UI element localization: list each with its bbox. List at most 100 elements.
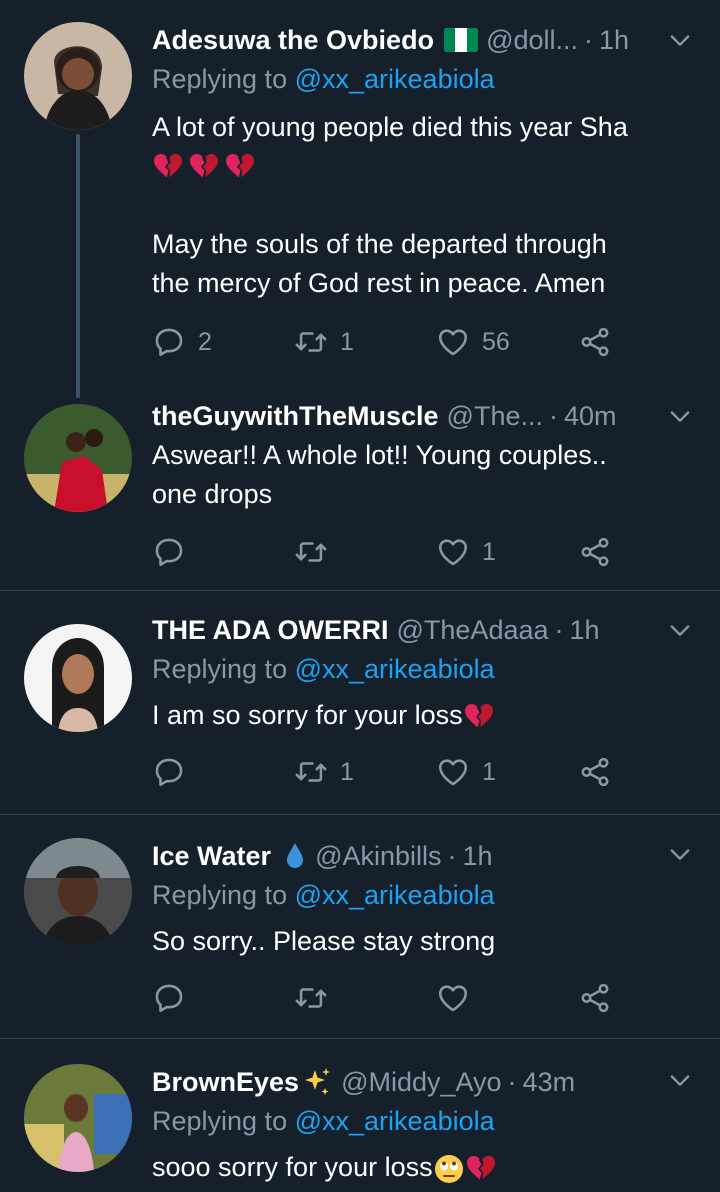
- tweet-header: THE ADA OWERRI @TheAdaaa · 1h: [152, 610, 660, 650]
- username[interactable]: @The...: [447, 401, 543, 432]
- mention-link[interactable]: @xx_arikeabiola: [295, 880, 495, 910]
- tweet-text-line: A lot of young people died this year Sha: [152, 112, 628, 142]
- replying-to: Replying to @xx_arikeabiola: [152, 64, 495, 95]
- share-button[interactable]: [578, 322, 612, 362]
- share-icon: [578, 755, 612, 789]
- username[interactable]: @Middy_Ayo: [341, 1067, 501, 1098]
- retweet-button[interactable]: 1: [294, 752, 354, 792]
- display-name[interactable]: Ice Water: [152, 841, 271, 872]
- username[interactable]: @Akinbills: [315, 841, 441, 872]
- tweet-text-line: the mercy of God rest in peace. Amen: [152, 268, 606, 298]
- tweet-text: Aswear!! A whole lot!! Young couples.. o…: [152, 436, 690, 514]
- replying-label: Replying to: [152, 1106, 288, 1136]
- avatar[interactable]: [24, 1064, 132, 1172]
- like-count: 56: [482, 327, 510, 356]
- retweet-count: 1: [340, 327, 354, 356]
- replying-label: Replying to: [152, 64, 288, 94]
- heart-icon: [436, 755, 470, 789]
- display-name[interactable]: BrownEyes: [152, 1067, 299, 1098]
- share-icon: [578, 325, 612, 359]
- heart-icon: [436, 535, 470, 569]
- timestamp[interactable]: 1h: [599, 25, 629, 56]
- like-count: 1: [482, 537, 496, 566]
- like-button[interactable]: 56: [436, 322, 510, 362]
- chevron-down-icon[interactable]: [666, 840, 694, 868]
- like-count: 1: [482, 757, 496, 786]
- reply-button[interactable]: [152, 752, 198, 792]
- tweet-text-line: I am so sorry for your loss: [152, 700, 463, 730]
- tweet-text-line: So sorry.. Please stay strong: [152, 926, 496, 956]
- emoji-row: [152, 147, 690, 186]
- chevron-down-icon[interactable]: [666, 616, 694, 644]
- display-name[interactable]: theGuywithTheMuscle: [152, 401, 439, 432]
- tweet-header: Ice Water @Akinbills · 1h: [152, 836, 660, 876]
- timestamp[interactable]: 43m: [523, 1067, 576, 1098]
- replying-to: Replying to @xx_arikeabiola: [152, 1106, 495, 1137]
- tweet-3[interactable]: THE ADA OWERRI @TheAdaaa · 1h Replying t…: [0, 592, 720, 816]
- timestamp[interactable]: 40m: [564, 401, 617, 432]
- eye-roll-emoji-icon: [434, 1154, 463, 1183]
- separator: ·: [507, 1066, 517, 1097]
- display-name[interactable]: THE ADA OWERRI: [152, 615, 389, 646]
- tweet-text: A lot of young people died this year Sha…: [152, 108, 690, 303]
- like-button[interactable]: 1: [436, 532, 496, 572]
- chevron-down-icon[interactable]: [666, 1066, 694, 1094]
- divider: [0, 1038, 720, 1039]
- retweet-icon: [294, 535, 328, 569]
- timestamp[interactable]: 1h: [570, 615, 600, 646]
- thread-line: [76, 134, 80, 398]
- tweet-text-row: sooo sorry for your loss: [152, 1148, 690, 1187]
- avatar[interactable]: [24, 624, 132, 732]
- like-button[interactable]: [436, 978, 482, 1018]
- tweet-text-line: sooo sorry for your loss: [152, 1152, 433, 1182]
- retweet-count: 1: [340, 757, 354, 786]
- replying-to: Replying to @xx_arikeabiola: [152, 654, 495, 685]
- tweet-2[interactable]: theGuywithTheMuscle @The... · 40m Aswear…: [0, 392, 720, 592]
- heart-icon: [436, 981, 470, 1015]
- avatar[interactable]: [24, 838, 132, 946]
- timestamp[interactable]: 1h: [463, 841, 493, 872]
- share-button[interactable]: [578, 532, 612, 572]
- tweet-actions: [152, 978, 632, 1018]
- retweet-icon: [294, 755, 328, 789]
- reply-icon: [152, 535, 186, 569]
- avatar[interactable]: [24, 22, 132, 130]
- chevron-down-icon[interactable]: [666, 26, 694, 54]
- display-name[interactable]: Adesuwa the Ovbiedo: [152, 25, 434, 56]
- username[interactable]: @TheAdaaa: [397, 615, 549, 646]
- tweet-5[interactable]: BrownEyes @Middy_Ayo · 43m Replying to @…: [0, 1040, 720, 1192]
- retweet-button[interactable]: [294, 978, 340, 1018]
- separator: ·: [549, 400, 558, 431]
- tweet-actions: 2 1 56: [152, 322, 632, 362]
- mention-link[interactable]: @xx_arikeabiola: [295, 654, 495, 684]
- tweet-1[interactable]: Adesuwa the Ovbiedo @doll... · 1h Replyi…: [0, 0, 720, 398]
- droplet-icon: [287, 843, 304, 868]
- share-button[interactable]: [578, 752, 612, 792]
- broken-heart-icon: [188, 152, 220, 182]
- separator: ·: [584, 24, 594, 55]
- retweet-button[interactable]: 1: [294, 322, 354, 362]
- heart-icon: [436, 325, 470, 359]
- username[interactable]: @doll...: [486, 25, 578, 56]
- tweet-text-line: Aswear!! A whole lot!! Young couples..: [152, 440, 607, 470]
- tweet-header: BrownEyes @Middy_Ayo · 43m: [152, 1062, 660, 1102]
- reply-button[interactable]: [152, 532, 198, 572]
- separator: ·: [447, 840, 457, 871]
- mention-link[interactable]: @xx_arikeabiola: [295, 1106, 495, 1136]
- divider: [0, 590, 720, 591]
- chevron-down-icon[interactable]: [666, 402, 694, 430]
- tweet-actions: 1: [152, 532, 632, 572]
- mention-link[interactable]: @xx_arikeabiola: [295, 64, 495, 94]
- avatar[interactable]: [24, 404, 132, 512]
- tweet-text: So sorry.. Please stay strong: [152, 922, 690, 961]
- like-button[interactable]: 1: [436, 752, 496, 792]
- reply-count: 2: [198, 327, 212, 356]
- reply-icon: [152, 981, 186, 1015]
- reply-button[interactable]: 2: [152, 322, 212, 362]
- reply-icon: [152, 755, 186, 789]
- share-button[interactable]: [578, 978, 612, 1018]
- retweet-button[interactable]: [294, 532, 340, 572]
- tweet-4[interactable]: Ice Water @Akinbills · 1h Replying to @x…: [0, 816, 720, 1040]
- retweet-icon: [294, 981, 328, 1015]
- reply-button[interactable]: [152, 978, 198, 1018]
